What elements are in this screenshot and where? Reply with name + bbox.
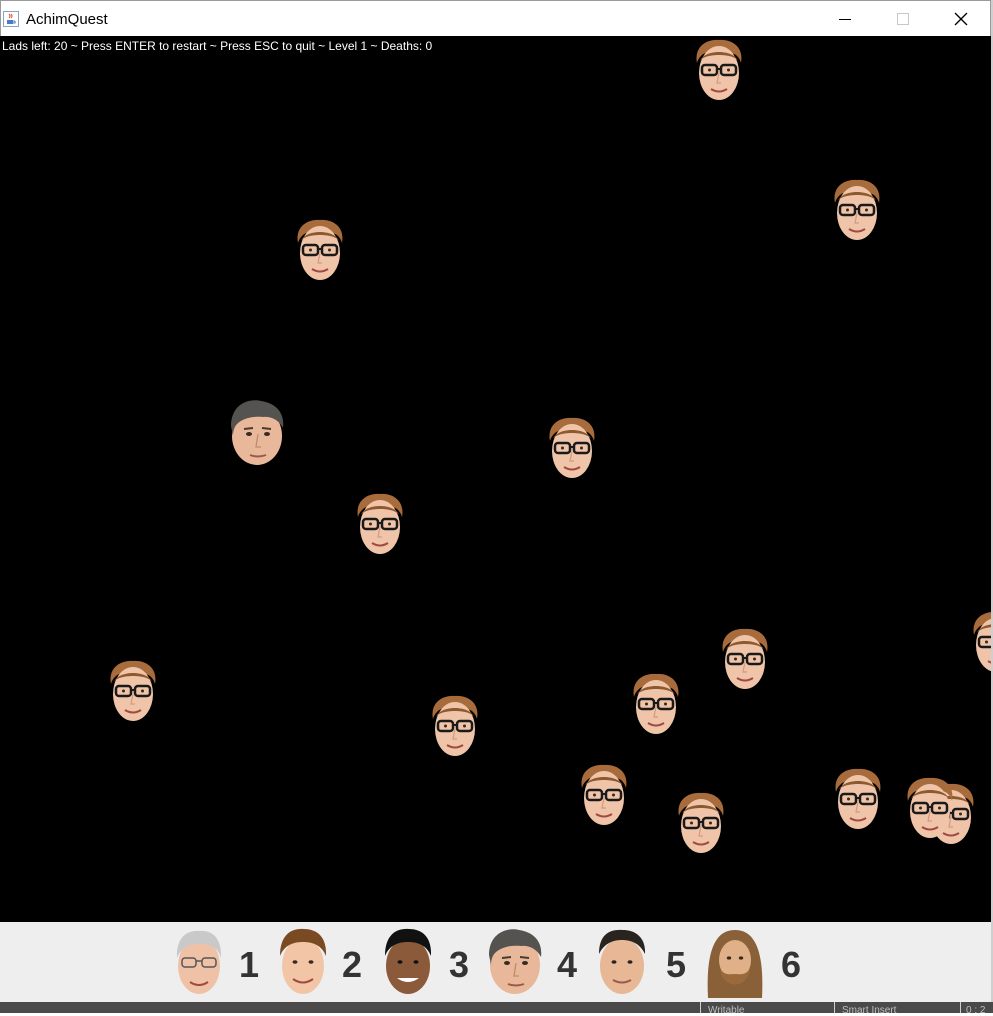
dark-haired-smiling-face xyxy=(385,928,432,994)
brown-haired-smiling-face xyxy=(280,928,327,994)
character-slot-2[interactable] xyxy=(278,928,328,1001)
character-slot-6[interactable] xyxy=(706,928,764,1003)
separator xyxy=(700,1002,701,1013)
lad-face xyxy=(109,659,157,723)
character-number: 2 xyxy=(342,944,363,985)
character-number: 5 xyxy=(666,944,687,985)
lad-face xyxy=(906,776,954,840)
separator xyxy=(834,1002,835,1013)
lad-face xyxy=(677,791,725,855)
lad-face xyxy=(834,767,882,831)
java-cup-icon xyxy=(3,11,19,27)
character-slot-5[interactable] xyxy=(596,928,648,1001)
lad-face xyxy=(721,627,769,691)
minimize-icon xyxy=(839,19,851,20)
lad-face xyxy=(695,38,743,102)
lad-face xyxy=(972,610,991,674)
lad-face xyxy=(296,218,344,282)
player-face xyxy=(230,399,285,466)
status-line: Lads left: 20 ~ Press ENTER to restart ~… xyxy=(2,39,433,53)
maximize-button[interactable] xyxy=(874,1,932,37)
character-number: 3 xyxy=(449,944,470,985)
status-writable: Writable xyxy=(708,1005,745,1016)
maximize-icon xyxy=(897,13,909,25)
character-select-bar: 1 2 3 4 5 6 xyxy=(0,922,991,1002)
window-title: AchimQuest xyxy=(26,11,108,28)
character-slot-1[interactable] xyxy=(174,928,224,1001)
character-slot-3[interactable] xyxy=(383,928,433,1001)
lad-face xyxy=(632,672,680,736)
close-button[interactable] xyxy=(932,1,990,37)
window-titlebar[interactable]: AchimQuest xyxy=(0,0,991,36)
lad-face xyxy=(580,763,628,827)
background-status-strip: Writable Smart Insert 0 : 2 xyxy=(0,1002,993,1016)
close-icon xyxy=(954,12,968,26)
long-haired-bearded-face xyxy=(707,930,763,998)
character-number: 4 xyxy=(557,944,578,985)
game-canvas[interactable]: Lads left: 20 ~ Press ENTER to restart ~… xyxy=(0,36,991,922)
lad-face xyxy=(431,694,479,758)
white-haired-glasses-face xyxy=(176,930,222,994)
character-slot-4[interactable] xyxy=(487,928,543,1001)
character-number: 6 xyxy=(781,944,802,985)
short-dark-haired-face xyxy=(599,929,646,994)
lad-face xyxy=(548,416,596,480)
minimize-button[interactable] xyxy=(816,1,874,37)
grey-haired-man-face xyxy=(488,928,543,995)
lad-face xyxy=(833,178,881,242)
status-position: 0 : 2 xyxy=(966,1005,986,1016)
lad-face xyxy=(356,492,404,556)
separator xyxy=(960,1002,961,1013)
character-number: 1 xyxy=(239,944,260,985)
status-insert-mode: Smart Insert xyxy=(842,1005,897,1016)
